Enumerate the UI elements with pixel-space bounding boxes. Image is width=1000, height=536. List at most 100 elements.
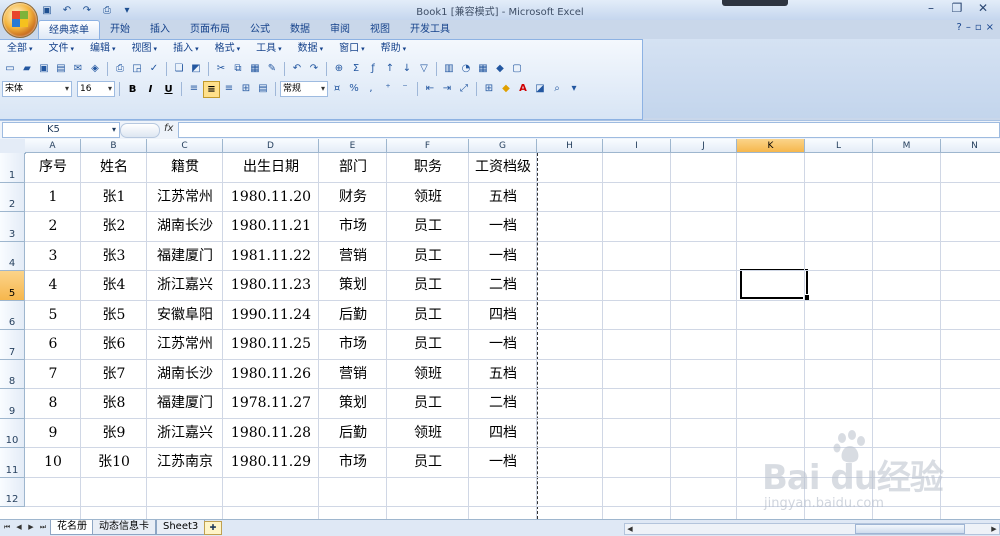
formula-input[interactable] xyxy=(178,122,1000,138)
permission-icon[interactable]: ▤ xyxy=(53,61,69,77)
column-header-a[interactable]: A xyxy=(25,139,81,153)
italic-button[interactable]: I xyxy=(142,81,159,98)
new-icon[interactable]: ▭ xyxy=(2,61,18,77)
table-cell[interactable]: 安徽阜阳 xyxy=(147,301,223,331)
tab-formulas[interactable]: 公式 xyxy=(240,20,280,39)
decrease-decimal-icon[interactable]: ⁻ xyxy=(397,81,413,97)
table-cell[interactable]: 一档 xyxy=(469,242,537,272)
table-cell[interactable]: 6 xyxy=(25,330,81,360)
table-cell[interactable]: 员工 xyxy=(387,301,469,331)
ribbon-restore-icon[interactable]: ▫ xyxy=(975,22,982,33)
filter-icon[interactable]: ▽ xyxy=(416,61,432,77)
menu-data[interactable]: 数据 xyxy=(291,40,333,58)
table-cell[interactable]: 10 xyxy=(25,448,81,478)
comma-icon[interactable]: , xyxy=(363,81,379,97)
table-cell[interactable]: 员工 xyxy=(387,271,469,301)
sheet-tab-info-card[interactable]: 动态信息卡 xyxy=(92,520,156,535)
table-cell[interactable]: 4 xyxy=(25,271,81,301)
research-icon[interactable]: ◈ xyxy=(87,61,103,77)
zoom-icon[interactable]: ◆ xyxy=(492,61,508,77)
cut-icon[interactable]: ✂ xyxy=(213,61,229,77)
shapes-icon[interactable]: ◪ xyxy=(532,81,548,97)
increase-decimal-icon[interactable]: ⁺ xyxy=(380,81,396,97)
print-icon[interactable]: ⎙ xyxy=(112,61,128,77)
table-cell[interactable]: 张10 xyxy=(81,448,147,478)
sort-ascending-icon[interactable]: ↑ xyxy=(382,61,398,77)
table-cell[interactable]: 策划 xyxy=(319,389,387,419)
name-box[interactable]: K5 xyxy=(2,122,120,138)
number-format-select[interactable]: 常规 xyxy=(280,81,328,97)
save-icon[interactable]: ▣ xyxy=(36,61,52,77)
column-header-g[interactable]: G xyxy=(469,139,537,153)
table-cell[interactable]: 一档 xyxy=(469,212,537,242)
grid-icon[interactable]: ▦ xyxy=(475,61,491,77)
insert-function-label[interactable]: fx xyxy=(164,123,173,134)
last-sheet-icon[interactable]: ⏭ xyxy=(38,522,48,532)
table-cell[interactable]: 1980.11.25 xyxy=(223,330,319,360)
borders-icon[interactable]: ⊞ xyxy=(481,81,497,97)
table-cell[interactable]: 张2 xyxy=(81,212,147,242)
table-cell[interactable]: 一档 xyxy=(469,448,537,478)
table-cell[interactable]: 市场 xyxy=(319,212,387,242)
menu-window[interactable]: 窗口 xyxy=(332,40,374,58)
table-cell[interactable]: 领班 xyxy=(387,419,469,449)
table-cell[interactable]: 四档 xyxy=(469,301,537,331)
find-icon[interactable]: ⌕ xyxy=(549,81,565,97)
table-header-cell[interactable]: 序号 xyxy=(25,153,81,183)
orientation-icon[interactable]: ⤢ xyxy=(456,81,472,97)
table-cell[interactable]: 浙江嘉兴 xyxy=(147,419,223,449)
row-header-11[interactable]: 11 xyxy=(0,448,25,478)
office-button[interactable] xyxy=(2,2,38,38)
table-cell[interactable]: 员工 xyxy=(387,389,469,419)
tab-view[interactable]: 视图 xyxy=(360,20,400,39)
table-cell[interactable]: 二档 xyxy=(469,389,537,419)
tab-classic-menu[interactable]: 经典菜单 xyxy=(38,20,100,39)
drawing-icon[interactable]: ◔ xyxy=(458,61,474,77)
table-cell[interactable]: 8 xyxy=(25,389,81,419)
hyperlink-icon[interactable]: ⊕ xyxy=(331,61,347,77)
row-header-3[interactable]: 3 xyxy=(0,212,25,242)
font-color-icon[interactable]: A xyxy=(515,81,531,97)
table-cell[interactable]: 1990.11.24 xyxy=(223,301,319,331)
horizontal-scrollbar[interactable]: ◀ ▶ xyxy=(624,523,1000,535)
table-cell[interactable]: 1981.11.22 xyxy=(223,242,319,272)
table-cell[interactable]: 张3 xyxy=(81,242,147,272)
column-header-f[interactable]: F xyxy=(387,139,469,153)
table-cell[interactable]: 员工 xyxy=(387,212,469,242)
sheet-tab-roster[interactable]: 花名册 xyxy=(50,520,94,535)
column-header-d[interactable]: D xyxy=(223,139,319,153)
table-cell[interactable]: 营销 xyxy=(319,242,387,272)
sort-descending-icon[interactable]: ↓ xyxy=(399,61,415,77)
table-cell[interactable]: 张6 xyxy=(81,330,147,360)
table-cell[interactable]: 市场 xyxy=(319,448,387,478)
table-header-cell[interactable]: 籍贯 xyxy=(147,153,223,183)
table-cell[interactable]: 浙江嘉兴 xyxy=(147,271,223,301)
formula-controls[interactable] xyxy=(120,123,160,138)
table-cell[interactable]: 张1 xyxy=(81,183,147,213)
table-cell[interactable]: 市场 xyxy=(319,330,387,360)
row-header-5[interactable]: 5 xyxy=(0,271,25,301)
table-cell[interactable]: 五档 xyxy=(469,183,537,213)
menu-format[interactable]: 格式 xyxy=(208,40,250,58)
ribbon-close-icon[interactable]: × xyxy=(986,22,994,33)
table-cell[interactable]: 五档 xyxy=(469,360,537,390)
row-header-7[interactable]: 7 xyxy=(0,330,25,360)
email-icon[interactable]: ✉ xyxy=(70,61,86,77)
help-icon[interactable]: ? xyxy=(957,22,962,33)
table-cell[interactable]: 福建厦门 xyxy=(147,389,223,419)
research-book-icon[interactable]: ❏ xyxy=(171,61,187,77)
table-cell[interactable]: 二档 xyxy=(469,271,537,301)
row-header-10[interactable]: 10 xyxy=(0,418,25,448)
table-header-cell[interactable]: 工资档级 xyxy=(469,153,537,183)
table-header-cell[interactable]: 职务 xyxy=(387,153,469,183)
table-cell[interactable]: 员工 xyxy=(387,448,469,478)
close-icon[interactable]: ✕ xyxy=(970,0,996,17)
underline-button[interactable]: U xyxy=(160,81,177,98)
more-icon[interactable]: ▾ xyxy=(566,81,582,97)
table-cell[interactable]: 江苏南京 xyxy=(147,448,223,478)
table-cell[interactable]: 1980.11.28 xyxy=(223,419,319,449)
table-cell[interactable]: 1980.11.20 xyxy=(223,183,319,213)
table-cell[interactable]: 员工 xyxy=(387,242,469,272)
table-cell[interactable]: 1980.11.29 xyxy=(223,448,319,478)
prev-sheet-icon[interactable]: ◀ xyxy=(14,522,24,532)
